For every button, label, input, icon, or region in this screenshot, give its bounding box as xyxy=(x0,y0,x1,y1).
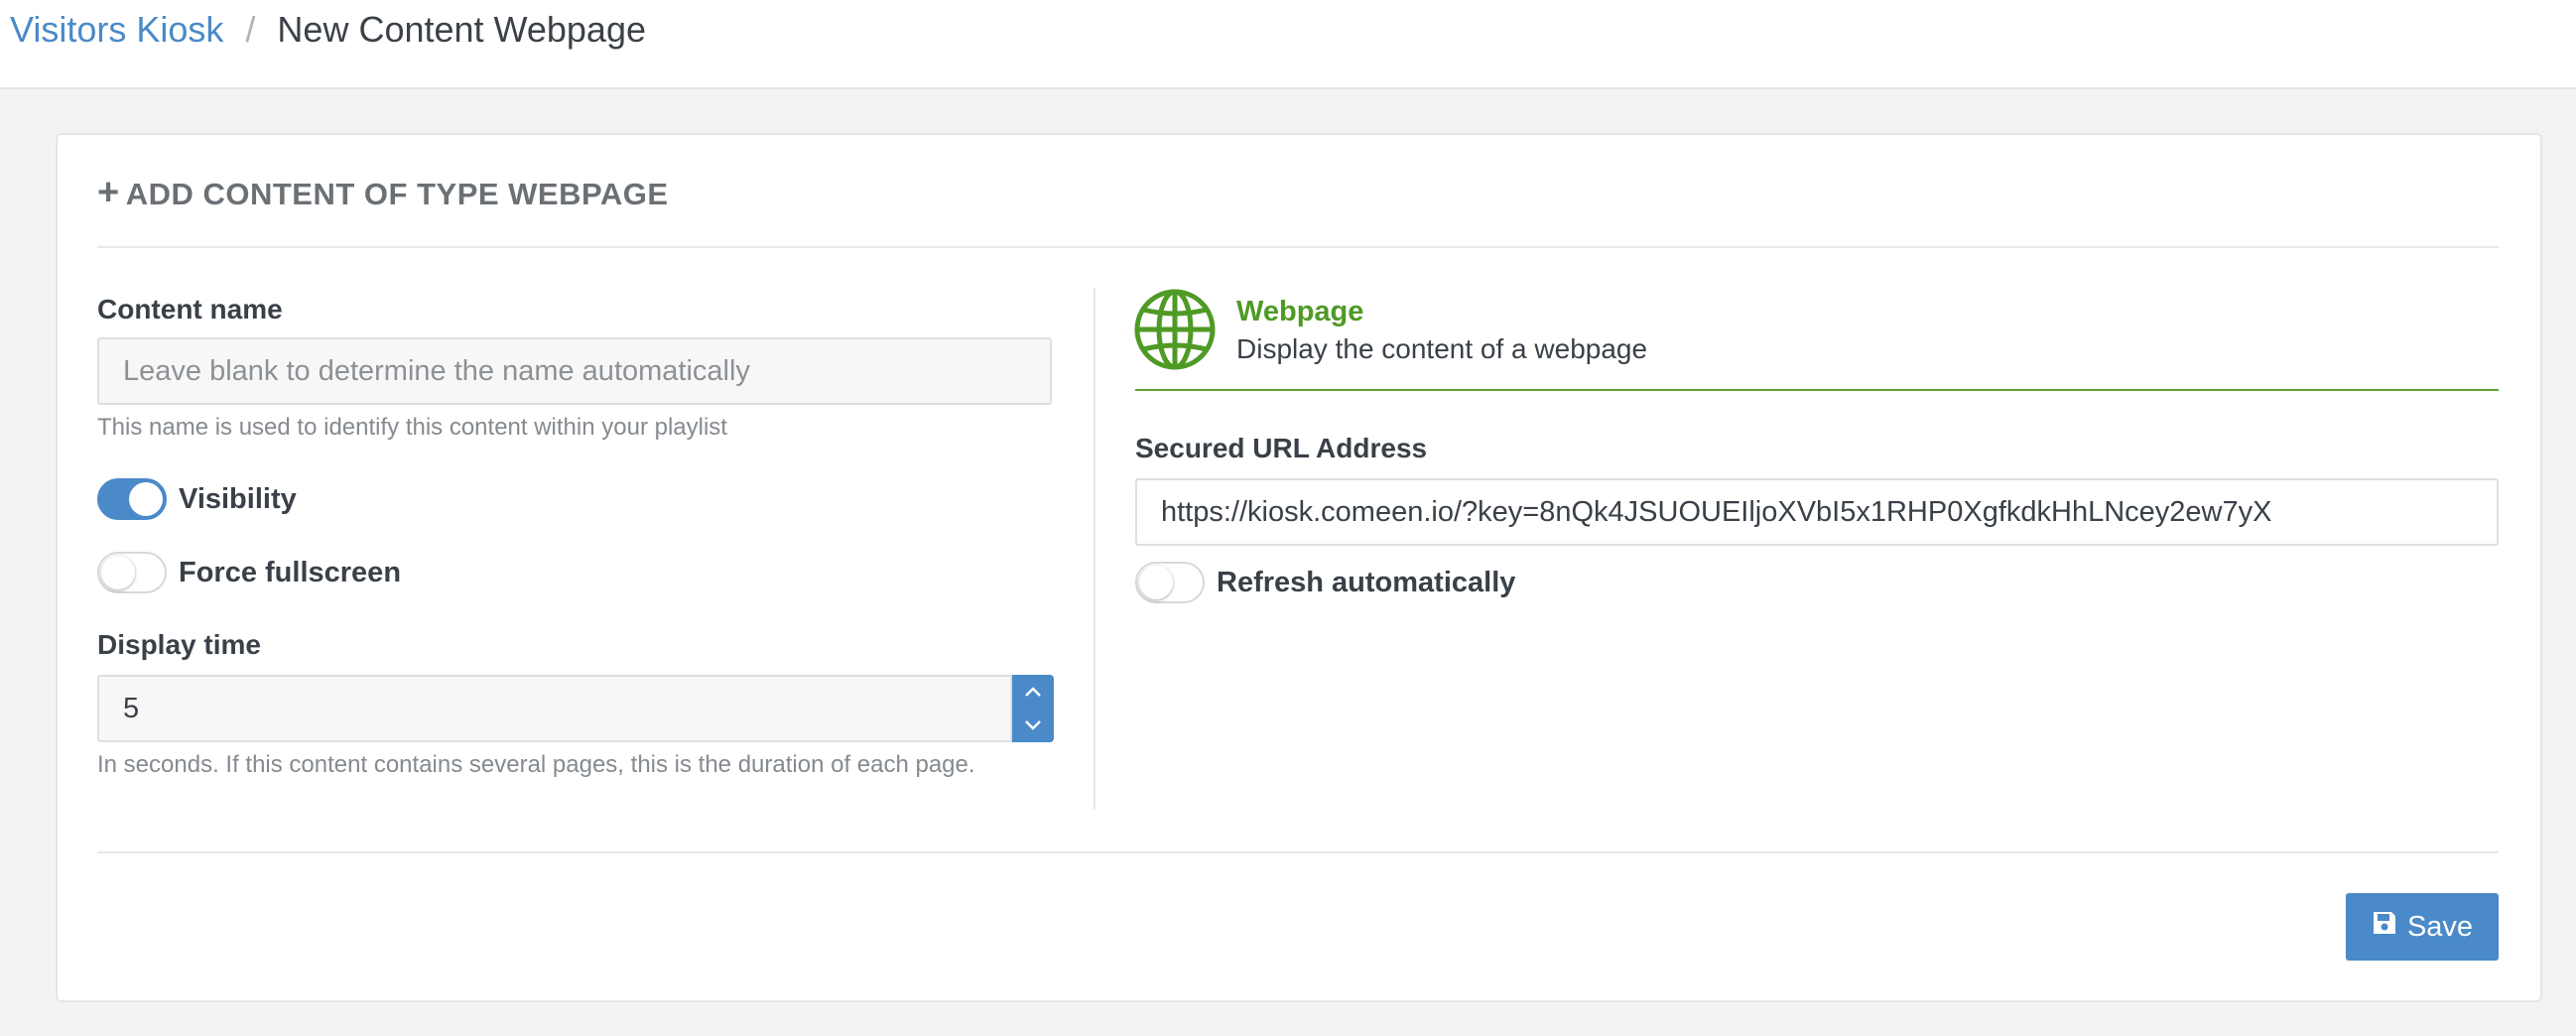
display-time-input[interactable]: 5 xyxy=(97,675,1012,742)
globe-icon xyxy=(1133,288,1217,371)
visibility-toggle[interactable] xyxy=(97,478,167,520)
column-divider xyxy=(1094,288,1095,810)
chevron-down-icon[interactable] xyxy=(1012,709,1054,742)
content-name-label: Content name xyxy=(97,294,283,324)
breadcrumb-separator: / xyxy=(245,9,256,50)
divider-bottom xyxy=(97,851,2499,853)
display-time-stepper[interactable] xyxy=(1012,675,1054,742)
display-time-label: Display time xyxy=(97,629,261,660)
toggle-knob xyxy=(1139,566,1173,599)
divider-top xyxy=(97,246,2499,248)
toggle-knob xyxy=(129,482,163,516)
chevron-up-icon[interactable] xyxy=(1012,675,1054,709)
card-title: + ADD CONTENT OF TYPE WEBPAGE xyxy=(97,173,669,214)
plus-icon: + xyxy=(97,172,120,213)
save-icon xyxy=(2372,910,2397,944)
save-button[interactable]: Save xyxy=(2346,893,2499,961)
refresh-label: Refresh automatically xyxy=(1217,567,1516,598)
url-label: Secured URL Address xyxy=(1135,433,1428,463)
force-fullscreen-toggle[interactable] xyxy=(97,552,167,593)
content-type-underline xyxy=(1135,389,2499,391)
top-bar: Visitors Kiosk / New Content Webpage xyxy=(0,0,2576,89)
visibility-label: Visibility xyxy=(179,483,297,515)
content-type-title: Webpage xyxy=(1236,296,1364,327)
breadcrumb-link-visitors-kiosk[interactable]: Visitors Kiosk xyxy=(10,9,223,50)
save-label: Save xyxy=(2406,910,2474,943)
toggle-knob xyxy=(101,556,135,589)
refresh-toggle[interactable] xyxy=(1135,562,1205,603)
url-input[interactable]: https://kiosk.comeen.io/?key=8nQk4JSUOUE… xyxy=(1135,478,2499,546)
content-name-input[interactable]: Leave blank to determine the name automa… xyxy=(97,337,1052,405)
card-title-text: ADD CONTENT OF TYPE WEBPAGE xyxy=(125,177,669,211)
display-time-help: In seconds. If this content contains sev… xyxy=(97,751,975,778)
content-name-help: This name is used to identify this conte… xyxy=(97,414,727,441)
force-fullscreen-label: Force fullscreen xyxy=(179,557,402,588)
add-content-card: + ADD CONTENT OF TYPE WEBPAGE Content nam… xyxy=(56,133,2542,1002)
breadcrumb-current: New Content Webpage xyxy=(277,9,646,50)
content-type-description: Display the content of a webpage xyxy=(1236,333,1648,364)
breadcrumb: Visitors Kiosk / New Content Webpage xyxy=(10,8,646,52)
